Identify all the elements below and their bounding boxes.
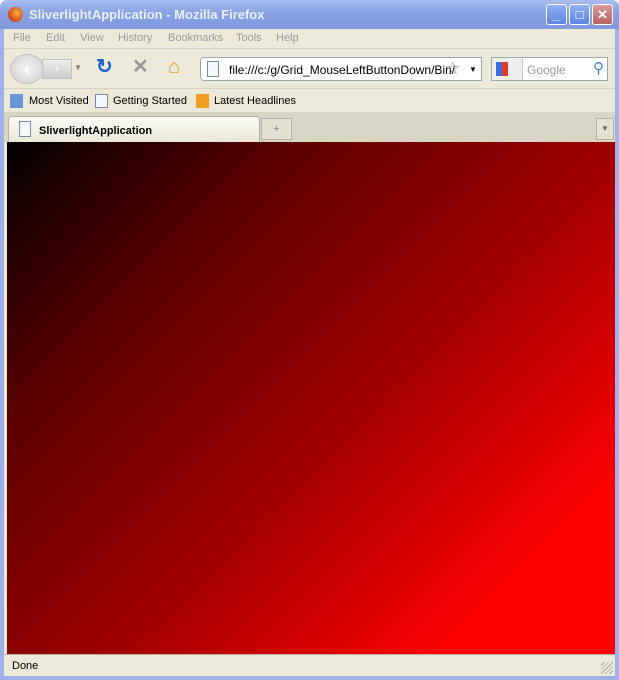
minimize-button[interactable]: _ [546, 4, 567, 25]
bookmark-latest-headlines[interactable]: Latest Headlines [214, 95, 296, 107]
tab-bar: SliverlightApplication + ▼ [4, 112, 615, 142]
search-icon[interactable]: ⚲ [593, 59, 604, 77]
maximize-button[interactable]: □ [569, 4, 590, 25]
search-engine-google-icon[interactable] [492, 58, 523, 80]
list-all-tabs-button[interactable]: ▼ [596, 118, 614, 140]
status-bar: Done [4, 654, 615, 676]
menu-history[interactable]: History [118, 32, 152, 44]
navigation-toolbar: › ‹ ▼ ↻ ✕ ⌂ file:///c:/g/Grid_MouseLeftB… [4, 48, 615, 88]
window-title: SliverlightApplication - Mozilla Firefox [29, 7, 265, 22]
url-dropdown-icon[interactable]: ▼ [469, 65, 477, 74]
bookmarks-toolbar: Most Visited Getting Started Latest Head… [4, 88, 615, 112]
search-input[interactable]: Google [527, 63, 566, 77]
menu-view[interactable]: View [80, 32, 104, 44]
firefox-logo-icon [8, 7, 23, 22]
url-bar[interactable]: file:///c:/g/Grid_MouseLeftButtonDown/Bi… [200, 57, 482, 81]
status-text: Done [12, 660, 39, 672]
tab-sliverlight-application[interactable]: SliverlightApplication [8, 116, 260, 142]
bookmark-most-visited[interactable]: Most Visited [29, 95, 89, 107]
silverlight-gradient-grid[interactable] [7, 142, 615, 654]
resize-grip[interactable] [601, 662, 613, 674]
reload-icon[interactable]: ↻ [96, 57, 113, 77]
stop-icon[interactable]: ✕ [132, 57, 149, 77]
bookmark-star-icon[interactable]: ☆ [445, 59, 460, 79]
menu-file[interactable]: File [13, 32, 31, 44]
most-visited-icon [10, 94, 23, 108]
browser-window: SliverlightApplication - Mozilla Firefox… [0, 0, 619, 680]
tab-label: SliverlightApplication [39, 125, 153, 137]
menu-bar: File Edit View History Bookmarks Tools H… [4, 29, 615, 48]
page-icon [19, 121, 31, 137]
close-button[interactable]: ✕ [592, 4, 613, 25]
page-icon [95, 94, 108, 108]
new-tab-button[interactable]: + [261, 118, 292, 140]
forward-button[interactable]: › [42, 59, 72, 79]
history-dropdown-icon[interactable]: ▼ [74, 63, 82, 72]
home-icon[interactable]: ⌂ [168, 57, 180, 77]
menu-bookmarks[interactable]: Bookmarks [168, 32, 223, 44]
menu-tools[interactable]: Tools [236, 32, 262, 44]
bookmark-getting-started[interactable]: Getting Started [113, 95, 187, 107]
menu-help[interactable]: Help [276, 32, 299, 44]
rss-feed-icon [196, 94, 209, 108]
menu-edit[interactable]: Edit [46, 32, 65, 44]
title-bar: SliverlightApplication - Mozilla Firefox… [0, 0, 619, 29]
search-box[interactable]: Google ⚲ [491, 57, 608, 81]
url-input[interactable]: file:///c:/g/Grid_MouseLeftButtonDown/Bi… [229, 63, 455, 77]
back-button[interactable]: ‹ [10, 54, 44, 84]
page-icon [207, 61, 219, 77]
